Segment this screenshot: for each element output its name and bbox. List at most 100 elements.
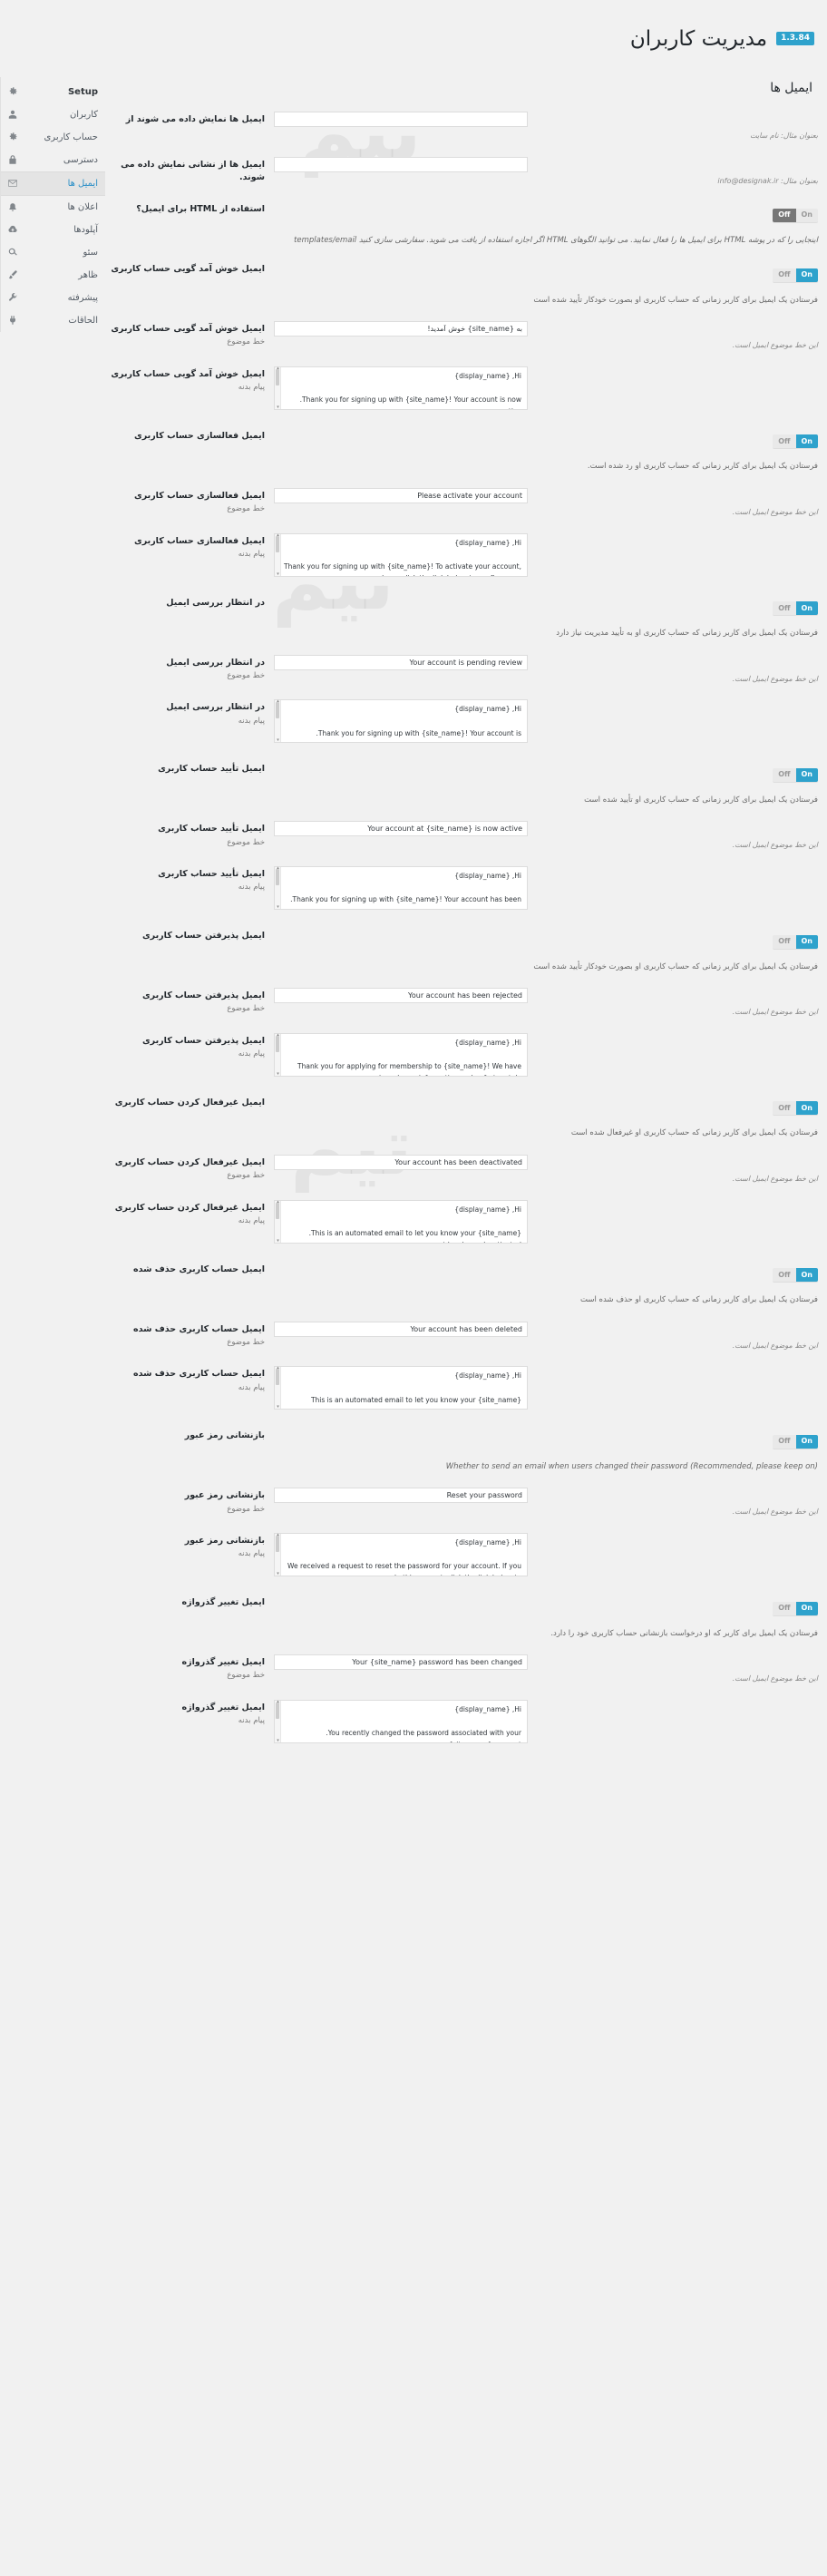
scroll-thumb[interactable]: [276, 1202, 279, 1219]
email-toggle-pending-review[interactable]: On Off: [773, 601, 818, 616]
scroll-down-arrow[interactable]: ▾: [276, 1405, 280, 1410]
textarea-scrollbar[interactable]: ▴ ▾: [275, 1699, 281, 1743]
textarea-scrollbar[interactable]: ▴ ▾: [275, 532, 281, 577]
toggle-off-label[interactable]: Off: [773, 1268, 796, 1283]
body-textarea-deactivated[interactable]: {display_name} ,Hi .This is an automated…: [274, 1199, 528, 1244]
html-emails-toggle[interactable]: On Off: [773, 208, 818, 222]
textarea-scrollbar[interactable]: ▴ ▾: [275, 866, 281, 910]
toggle-on-label[interactable]: On: [795, 1268, 818, 1283]
toggle-off-label[interactable]: Off: [773, 601, 796, 616]
sidebar-item-6[interactable]: آپلودها: [1, 219, 105, 241]
sidebar-item-5[interactable]: اعلان ها: [1, 196, 105, 219]
toggle-off-label[interactable]: Off: [773, 268, 796, 282]
gear-icon: [6, 86, 18, 98]
subject-input-welcome[interactable]: [274, 321, 528, 337]
body-row: {display_name} ,Hi .Thank you for signin…: [111, 694, 818, 752]
toggle-off-label[interactable]: Off: [773, 1434, 796, 1449]
scroll-down-arrow[interactable]: ▾: [276, 738, 280, 743]
email-toggle-rejected[interactable]: On Off: [773, 934, 818, 949]
scroll-thumb[interactable]: [276, 535, 279, 552]
sidebar-item-3[interactable]: دسترسی: [1, 149, 105, 171]
cloud-upload-icon: [6, 224, 18, 236]
body-textarea-password-changed[interactable]: {display_name} ,Hi .You recently changed…: [274, 1699, 528, 1743]
body-textarea-rejected[interactable]: {display_name} ,Hi Thank you for applyin…: [274, 1032, 528, 1077]
subject-input-password-changed[interactable]: [274, 1654, 528, 1671]
sidebar-item-4[interactable]: ایمیل ها: [1, 171, 105, 196]
textarea-scrollbar[interactable]: ▴ ▾: [275, 1199, 281, 1244]
sidebar-item-label: الحاقات: [68, 315, 98, 326]
scroll-thumb[interactable]: [276, 1536, 279, 1553]
sidebar-item-2[interactable]: حساب کاربری: [1, 126, 105, 149]
scroll-thumb[interactable]: [276, 368, 279, 385]
body-textarea-approved[interactable]: {display_name} ,Hi .Thank you for signin…: [274, 866, 528, 911]
scroll-down-arrow[interactable]: ▾: [276, 405, 280, 410]
toggle-on-label[interactable]: On: [795, 208, 818, 222]
email-toggle-password-changed[interactable]: On Off: [773, 1601, 818, 1615]
sidebar-item-0[interactable]: Setup: [1, 81, 105, 103]
subject-hint: این خط موضوع ایمیل است.: [732, 1174, 818, 1183]
toggle-on-label[interactable]: On: [795, 1601, 818, 1615]
body-textarea-password-reset[interactable]: {display_name} ,Hi We received a request…: [274, 1533, 528, 1577]
subject-input-deactivated[interactable]: [274, 1154, 528, 1170]
scroll-thumb[interactable]: [276, 702, 279, 719]
textarea-scrollbar[interactable]: ▴ ▾: [275, 699, 281, 743]
body-textarea-pending-review[interactable]: {display_name} ,Hi .Thank you for signin…: [274, 699, 528, 744]
email-toggle-approved[interactable]: On Off: [773, 767, 818, 782]
scroll-down-arrow[interactable]: ▾: [276, 905, 280, 910]
body-textarea-welcome[interactable]: {display_name} ,Hi .Thank you for signin…: [274, 366, 528, 410]
toggle-off-label[interactable]: Off: [773, 208, 796, 222]
email-block-desc-row: فرستادن یک ایمیل برای کاربر زمانی که حسا…: [111, 286, 818, 316]
from-name-input[interactable]: [274, 111, 528, 127]
body-label: بازنشانی رمز عبور پیام بدنه: [184, 1536, 265, 1559]
page-title: مدیریت کاربران: [629, 27, 768, 52]
subject-input-deleted[interactable]: [274, 1321, 528, 1337]
scroll-down-arrow[interactable]: ▾: [276, 1238, 280, 1244]
email-block-desc-row: فرستادن یک ایمیل برای کاربر که او درخواس…: [111, 1619, 818, 1649]
toggle-on-label[interactable]: On: [795, 268, 818, 282]
subject-input-activation[interactable]: [274, 487, 528, 503]
body-label: ایمیل پذیرفتن حساب کاربری پیام بدنه: [141, 1035, 265, 1059]
toggle-off-label[interactable]: Off: [773, 1601, 796, 1615]
sidebar-item-7[interactable]: سئو: [1, 241, 105, 264]
sidebar-item-9[interactable]: پیشرفته: [1, 287, 105, 309]
from-address-input[interactable]: [274, 156, 528, 172]
toggle-off-label[interactable]: Off: [773, 434, 796, 449]
toggle-on-label[interactable]: On: [795, 1434, 818, 1449]
email-toggle-welcome[interactable]: On Off: [773, 268, 818, 282]
scroll-thumb[interactable]: [276, 869, 279, 886]
scroll-down-arrow[interactable]: ▾: [276, 1572, 280, 1576]
scroll-thumb[interactable]: [276, 1369, 279, 1386]
subject-input-approved[interactable]: [274, 821, 528, 837]
textarea-scrollbar[interactable]: ▴ ▾: [275, 1533, 281, 1576]
email-toggle-deleted[interactable]: On Off: [773, 1268, 818, 1283]
textarea-scrollbar[interactable]: ▴ ▾: [275, 1366, 281, 1410]
toggle-on-label[interactable]: On: [795, 601, 818, 616]
subject-input-pending-review[interactable]: [274, 654, 528, 670]
body-textarea-activation[interactable]: {display_name} ,Hi Thank you for signing…: [274, 532, 528, 577]
email-block-desc: فرستادن یک ایمیل برای کاربر زمانی که حسا…: [533, 295, 818, 305]
toggle-off-label[interactable]: Off: [773, 767, 796, 782]
scroll-thumb[interactable]: [276, 1035, 279, 1052]
toggle-on-label[interactable]: On: [795, 1101, 818, 1116]
sidebar-item-10[interactable]: الحاقات: [1, 309, 105, 332]
subject-input-rejected[interactable]: [274, 988, 528, 1004]
email-toggle-activation[interactable]: On Off: [773, 434, 818, 449]
scroll-down-arrow[interactable]: ▾: [276, 1738, 280, 1743]
subject-input-password-reset[interactable]: [274, 1488, 528, 1504]
toggle-on-label[interactable]: On: [795, 934, 818, 949]
textarea-scrollbar[interactable]: ▴ ▾: [275, 366, 281, 410]
sidebar-item-8[interactable]: ظاهر: [1, 264, 105, 287]
toggle-on-label[interactable]: On: [795, 434, 818, 449]
body-textarea-deleted[interactable]: {display_name} ,Hi This is an automated …: [274, 1366, 528, 1410]
email-toggle-password-reset[interactable]: On Off: [773, 1434, 818, 1449]
scroll-down-arrow[interactable]: ▾: [276, 1071, 280, 1077]
sidebar-item-1[interactable]: کاربران: [1, 103, 105, 126]
toggle-on-label[interactable]: On: [795, 767, 818, 782]
textarea-scrollbar[interactable]: ▴ ▾: [275, 1032, 281, 1077]
toggle-off-label[interactable]: Off: [773, 1101, 796, 1116]
toggle-off-label[interactable]: Off: [773, 934, 796, 949]
scroll-thumb[interactable]: [276, 1702, 279, 1719]
email-block-title: ایمیل غیرفعال کردن حساب کاربری: [114, 1097, 265, 1107]
scroll-down-arrow[interactable]: ▾: [276, 571, 280, 577]
email-toggle-deactivated[interactable]: On Off: [773, 1101, 818, 1116]
